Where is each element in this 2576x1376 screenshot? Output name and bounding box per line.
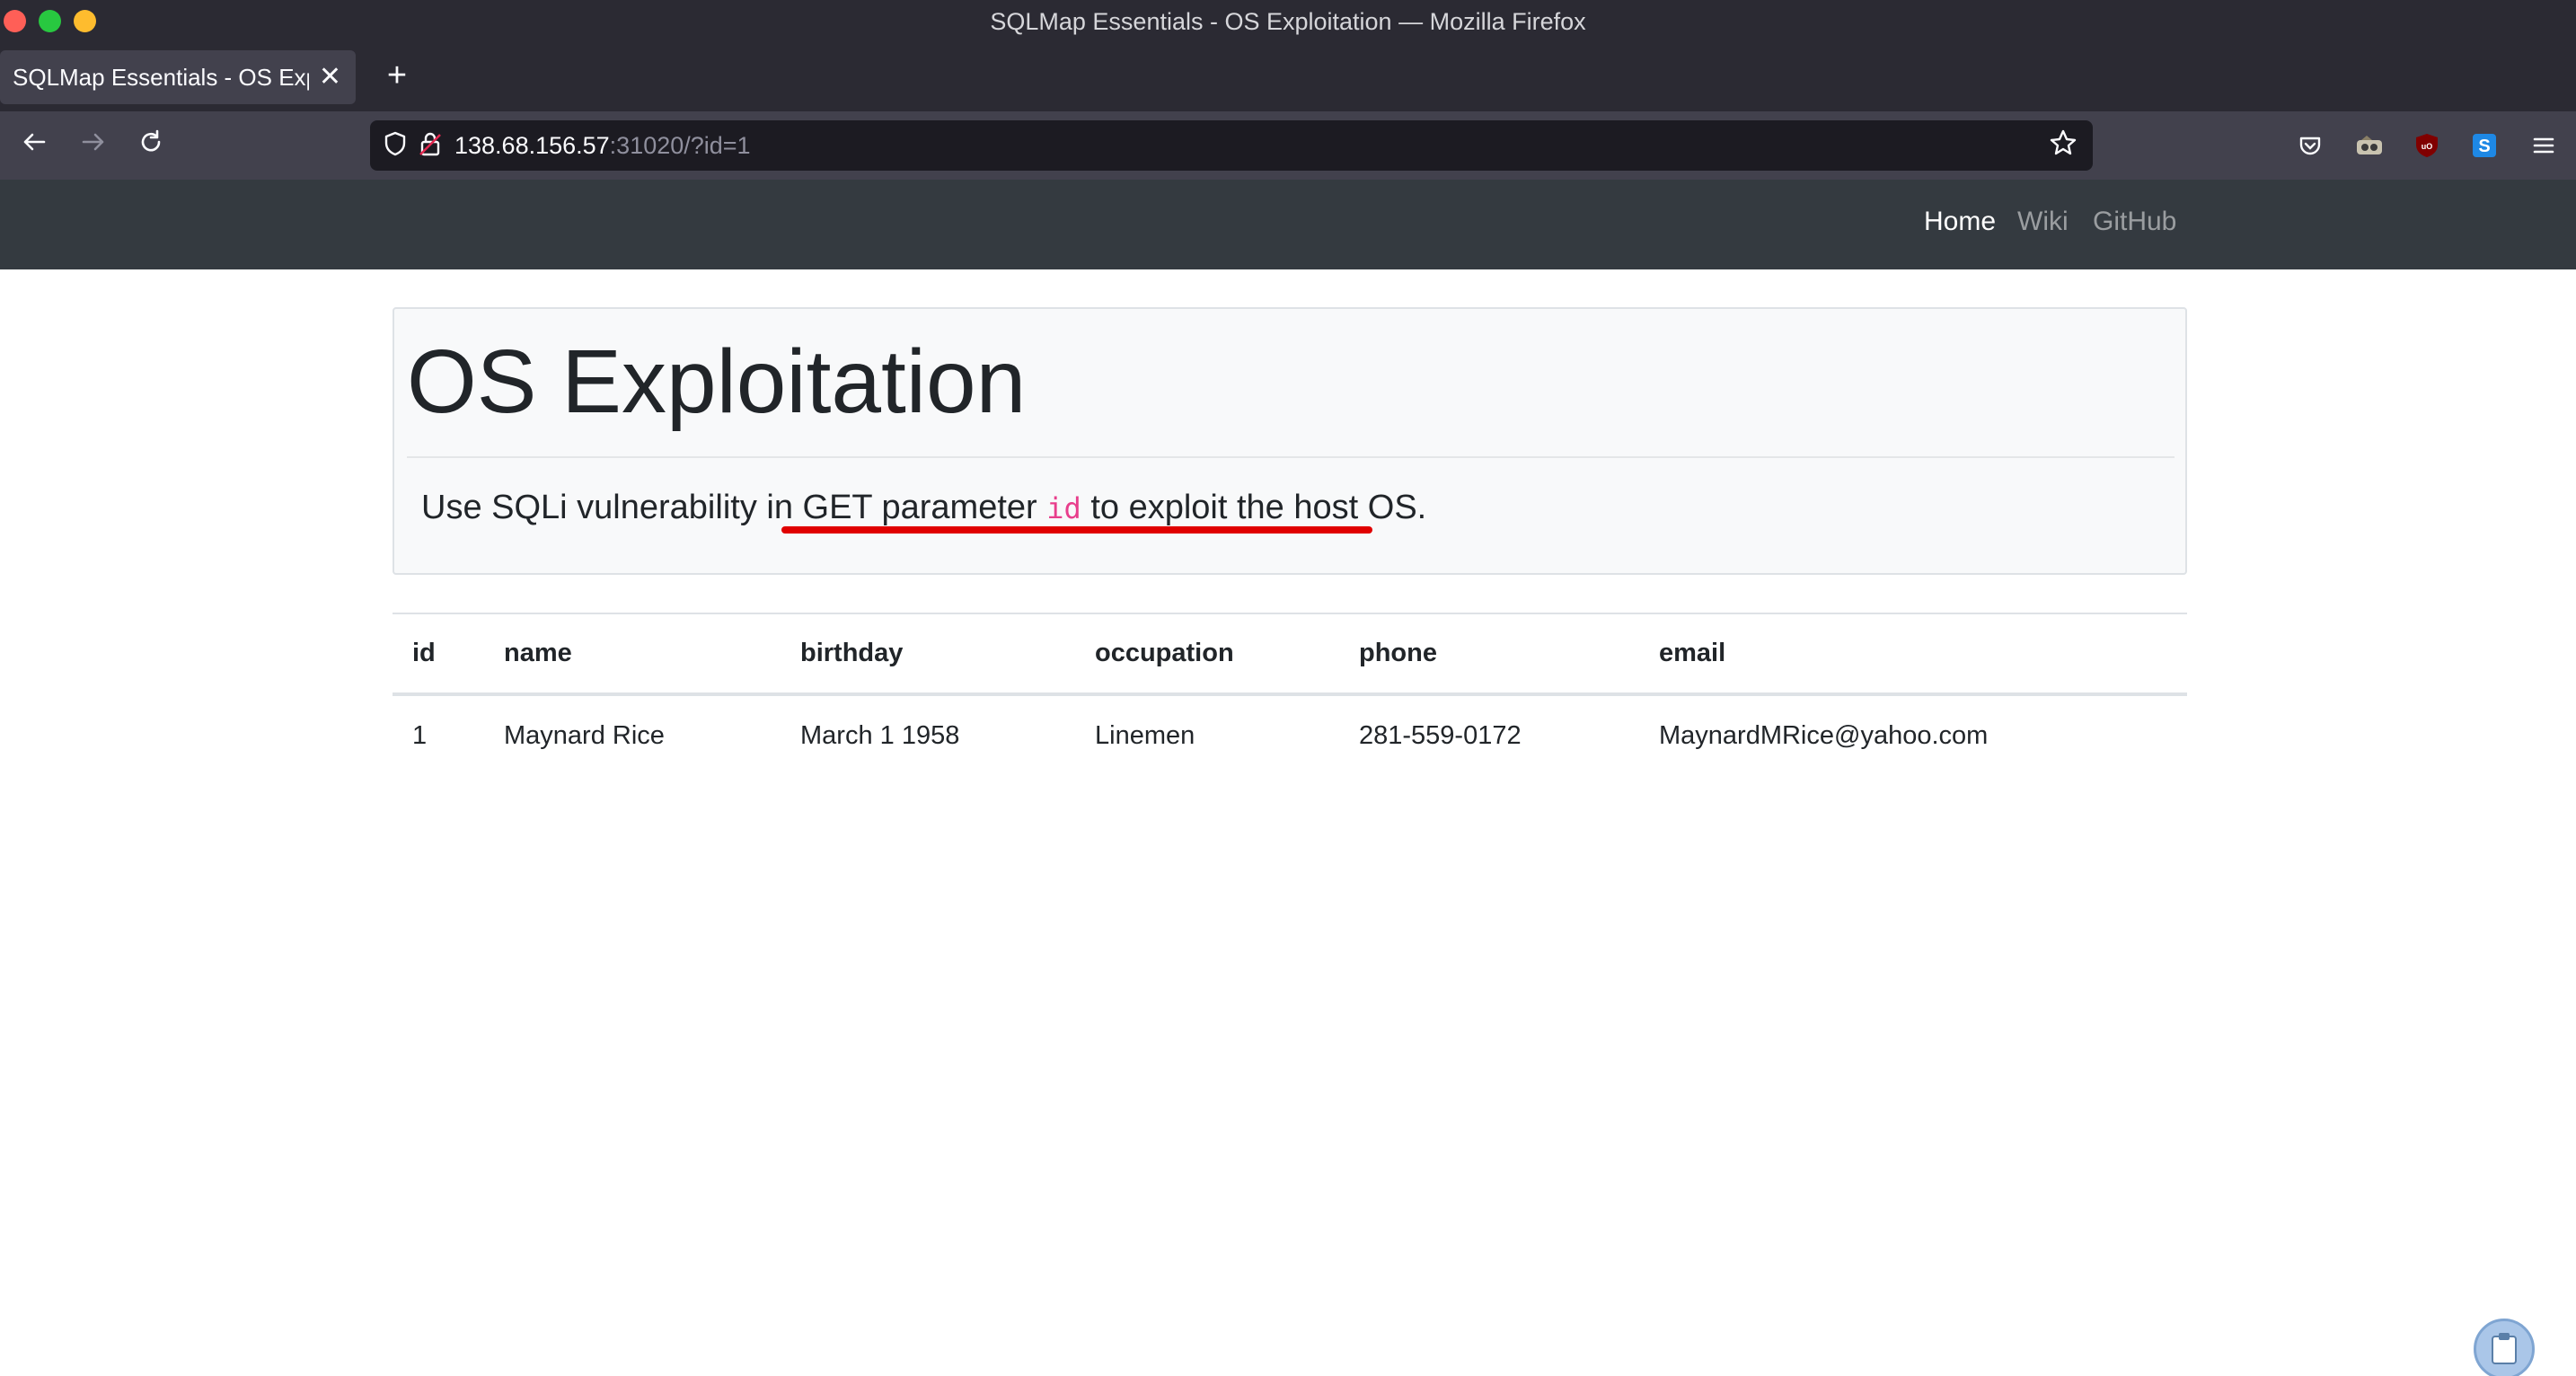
nav-link-home[interactable]: Home (1924, 207, 1996, 237)
column-header-birthday: birthday (800, 639, 904, 667)
cell-name: Maynard Rice (504, 720, 665, 750)
new-tab-button[interactable]: + (377, 56, 417, 95)
lead-highlight-end: to exploit the host OS. (1081, 489, 1427, 526)
s-extension-icon[interactable]: S (2465, 126, 2504, 165)
url-host: 138.68.156.57 (454, 131, 610, 159)
window-title: SQLMap Essentials - OS Exploitation — Mo… (990, 7, 1586, 35)
cell-occupation: Linemen (1095, 720, 1195, 750)
tab-sqlmap-os-exploitation[interactable]: SQLMap Essentials - OS Expl ✕ (0, 50, 356, 104)
column-header-email: email (1659, 639, 1726, 667)
lead-code: id (1046, 491, 1081, 525)
cell-phone: 281-559-0172 (1359, 720, 1522, 750)
shield-icon[interactable] (377, 130, 413, 162)
table-row: 1 Maynard Rice March 1 1958 Linemen 281-… (393, 694, 2187, 775)
divider (407, 456, 2175, 458)
url-text[interactable]: 138.68.156.57:31020/?id=1 (454, 132, 751, 160)
url-bar[interactable]: 138.68.156.57:31020/?id=1 (370, 120, 2093, 171)
table-header-row: id name birthday occupation phone email (393, 613, 2187, 694)
back-arrow-icon (23, 133, 46, 151)
window-controls (4, 10, 96, 32)
svg-text:uO: uO (2422, 142, 2433, 151)
reload-icon (141, 129, 161, 152)
reload-button[interactable] (131, 126, 171, 165)
page-title: OS Exploitation (407, 331, 1027, 432)
navigation-toolbar: 138.68.156.57:31020/?id=1 uO S (0, 111, 2576, 180)
maximize-window-button[interactable] (39, 10, 61, 32)
ublock-icon[interactable]: uO (2407, 126, 2447, 165)
pocket-icon[interactable] (2290, 126, 2330, 165)
column-header-phone: phone (1359, 639, 1437, 667)
tab-title: SQLMap Essentials - OS Expl (13, 63, 309, 91)
jumbotron: OS Exploitation Use SQLi vulnerability i… (393, 307, 2187, 575)
red-underline-annotation (781, 526, 1372, 534)
site-navbar: Home Wiki GitHub (0, 180, 2576, 269)
cell-email: MaynardMRice@yahoo.com (1659, 720, 1989, 750)
clipboard-icon[interactable] (2474, 1319, 2535, 1376)
browser-window: SQLMap Essentials - OS Exploitation — Mo… (0, 0, 2576, 1376)
menu-icon[interactable] (2524, 126, 2563, 165)
bookmark-star-icon[interactable] (2048, 128, 2078, 166)
nav-link-wiki[interactable]: Wiki (2017, 207, 2069, 237)
svg-text:S: S (2478, 137, 2490, 156)
lock-icon[interactable] (417, 130, 444, 162)
cell-birthday: March 1 1958 (800, 720, 960, 750)
forward-arrow-icon (82, 133, 104, 151)
lead-text: Use SQLi vulnerability in GET parameter … (421, 489, 1426, 527)
results-table: id name birthday occupation phone email … (393, 613, 2187, 775)
column-header-name: name (504, 639, 572, 667)
back-button[interactable] (14, 126, 54, 165)
lead-prefix: Use SQLi vulnerability in (421, 489, 803, 526)
close-window-button[interactable] (4, 10, 26, 32)
url-path: :31020/?id=1 (609, 131, 751, 159)
nav-link-github[interactable]: GitHub (2093, 207, 2176, 237)
tab-strip: SQLMap Essentials - OS Expl ✕ + (0, 43, 2576, 111)
window-titlebar: SQLMap Essentials - OS Exploitation — Mo… (0, 0, 2576, 43)
cell-id: 1 (412, 720, 428, 750)
column-header-id: id (412, 639, 436, 667)
column-header-occupation: occupation (1095, 639, 1234, 667)
extension-icon[interactable] (2350, 126, 2389, 165)
tab-close-icon[interactable]: ✕ (319, 61, 341, 93)
lead-highlight-start: GET parameter (802, 489, 1047, 526)
forward-button[interactable] (74, 126, 113, 165)
minimize-window-button[interactable] (74, 10, 96, 32)
